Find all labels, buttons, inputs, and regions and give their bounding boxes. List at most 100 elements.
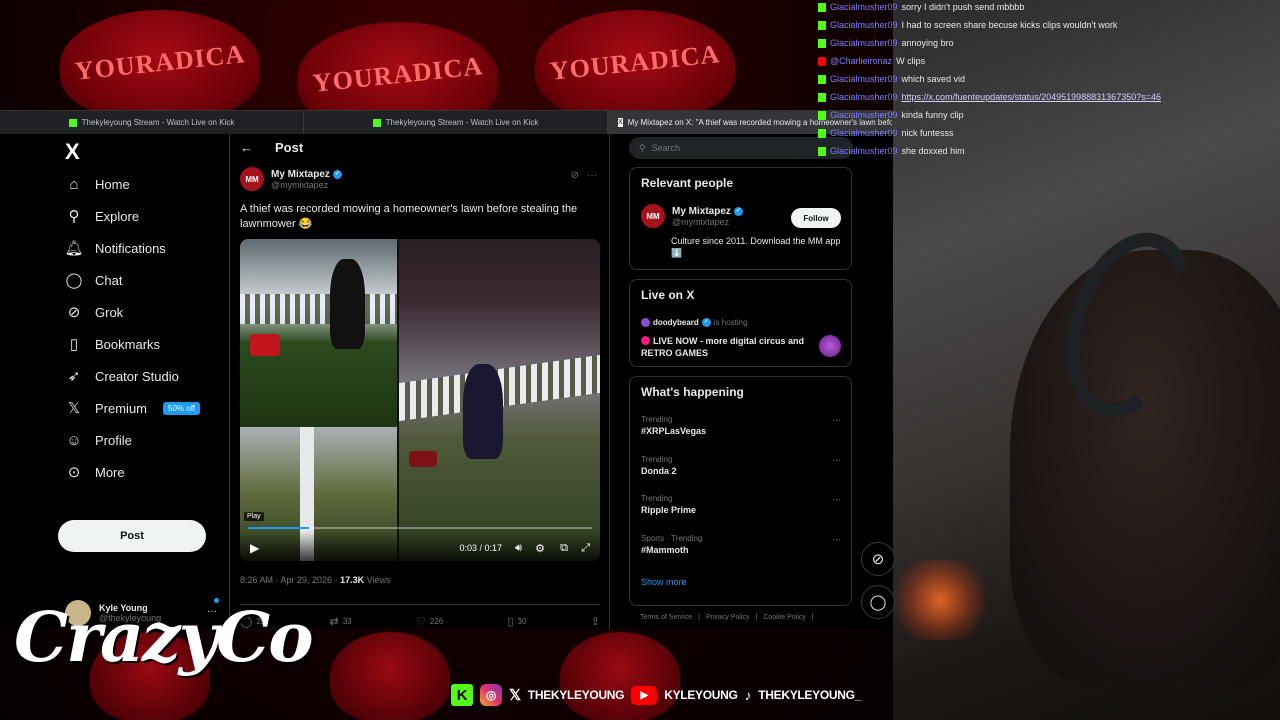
chat-message: Glacialmusher09 https://x.com/fuenteupdat… xyxy=(818,90,1161,104)
sidebar-item-grok[interactable]: ⊘ Grok xyxy=(65,299,123,325)
back-arrow-icon[interactable]: ← xyxy=(240,140,253,155)
sidebar-item-label: Creator Studio xyxy=(95,368,179,384)
grok-icon[interactable]: ⊘ xyxy=(571,170,579,181)
chat-username: Glacialmusher09 xyxy=(830,74,898,84)
share-icon: ⇪ xyxy=(590,616,600,628)
footer-separator: | xyxy=(811,614,814,621)
host-name: doodybeard xyxy=(653,318,699,327)
trend-context: Trending xyxy=(641,455,673,464)
sidebar-item-more[interactable]: ⊙ More xyxy=(65,459,125,485)
trend-item[interactable]: Trending #XRPLasVegas ··· xyxy=(641,415,841,436)
sidebar-item-home[interactable]: ⌂ Home xyxy=(65,171,129,197)
live-avatar[interactable] xyxy=(819,335,841,357)
like-count: 226 xyxy=(429,617,444,626)
search-placeholder: Search xyxy=(651,143,681,153)
chat-text: annoying bro xyxy=(901,38,954,48)
avatar[interactable]: MM xyxy=(240,167,264,191)
grok-floating-button[interactable]: ⊘ xyxy=(861,542,895,576)
repost-button[interactable]: ⇄ 33 xyxy=(330,615,352,628)
cap-text: YOURADICA xyxy=(73,39,247,86)
fullscreen-icon[interactable]: ⤢ xyxy=(581,542,590,555)
chat-text: which saved vid xyxy=(901,74,966,84)
browser-tab[interactable]: Thekyleyoung Stream - Watch Live on Kick xyxy=(304,111,608,134)
social-handles: K ◎ 𝕏 THEKYLEYOUNG ▶ KYLEYOUNG ♪ THEKYLE… xyxy=(451,682,861,708)
terms-link[interactable]: Terms of Service xyxy=(640,614,692,621)
cookie-link[interactable]: Cookie Policy xyxy=(763,614,805,621)
footer-links: Terms of Service | Privacy Policy | Cook… xyxy=(640,614,814,621)
sidebar-item-explore[interactable]: ⚲ Explore xyxy=(65,203,140,229)
live-on-x-card: Live on X doodybeard ✓ is hosting LIVE NOW… xyxy=(629,279,852,367)
card-title: Relevant people xyxy=(641,176,734,190)
bookmark-icon: ▯ xyxy=(69,336,79,353)
sidebar-nav: X ⌂ Home ⚲ Explore 🔔︎ Notifications ◯ Chat ⊘… xyxy=(55,136,225,626)
fence xyxy=(240,294,397,324)
sidebar-item-premium[interactable]: 𝕏 Premium 50% off xyxy=(65,395,200,421)
sidebar-item-profile[interactable]: ☺ Profile xyxy=(65,427,132,453)
post-button[interactable]: Post xyxy=(58,520,206,552)
chat-text: nick funtesss xyxy=(901,128,954,138)
live-title[interactable]: LIVE NOW - more digital circus and RETRO… xyxy=(641,335,811,359)
video-panel-1 xyxy=(240,239,397,427)
trend-item[interactable]: Trending Donda 2 ··· xyxy=(641,455,841,476)
chat-username: Glacialmusher09 xyxy=(830,20,898,30)
share-button[interactable]: ⇪ xyxy=(591,615,600,628)
more-icon[interactable]: ··· xyxy=(832,494,841,504)
post-meta: 8:26 AM · Apr 29, 2026 · 17.3K Views xyxy=(240,575,390,585)
chat-text: sorry I didn't push send mbbbb xyxy=(901,2,1025,12)
tab-bar: Thekyleyoung Stream - Watch Live on Kick… xyxy=(0,111,893,134)
play-icon[interactable]: ▶ xyxy=(250,541,259,555)
trend-name: Ripple Prime xyxy=(641,505,697,515)
privacy-link[interactable]: Privacy Policy xyxy=(706,614,750,621)
more-circle-icon: ⊙ xyxy=(67,464,81,481)
page-title: Post xyxy=(275,140,304,155)
relevant-person[interactable]: MM My Mixtapez ✓ @mymixtapez xyxy=(641,204,743,228)
like-button[interactable]: ♡ 226 xyxy=(416,615,443,628)
chat-username: Glacialmusher09 xyxy=(830,110,898,120)
sidebar-item-creator-studio[interactable]: ➶ Creator Studio xyxy=(65,363,179,389)
follow-button[interactable]: Follow xyxy=(791,208,841,228)
browser-tab[interactable]: Thekyleyoung Stream - Watch Live on Kick xyxy=(0,111,304,134)
trend-name: #Mammoth xyxy=(641,545,689,555)
cap-text: YOURADICA xyxy=(311,51,485,98)
avatar[interactable]: MM xyxy=(641,204,665,228)
sidebar-item-notifications[interactable]: 🔔︎ Notifications xyxy=(64,235,165,261)
trend-item[interactable]: Sports · Trending #Mammoth ··· xyxy=(641,534,841,555)
person-name-row: My Mixtapez ✓ xyxy=(672,206,743,217)
post-column: ← Post MM My Mixtapez ✓ @mymixtapez ⊘ ···… xyxy=(229,134,610,629)
sidebar-item-chat[interactable]: ◯ Chat xyxy=(65,267,123,293)
kick-badge-icon xyxy=(818,38,826,48)
more-icon[interactable]: ··· xyxy=(587,170,597,181)
person-name: My Mixtapez xyxy=(672,205,731,217)
post-author[interactable]: MM My Mixtapez ✓ @mymixtapez xyxy=(240,167,342,191)
live-host-row[interactable]: doodybeard ✓ is hosting xyxy=(641,318,748,327)
video-progress-bar[interactable] xyxy=(248,527,592,529)
kick-badge-icon xyxy=(818,128,826,138)
lamp-glow xyxy=(895,560,985,640)
verified-icon: ✓ xyxy=(332,169,342,179)
chat-username: Glacialmusher09 xyxy=(830,2,898,12)
video-player[interactable]: Play ▶ 0:03 / 0:17 🔊︎ ⚙ ⧉ ⤢ xyxy=(240,239,600,561)
kick-badge-icon xyxy=(818,74,826,84)
chat-floating-button[interactable]: ◯ xyxy=(861,585,895,619)
more-icon[interactable]: ··· xyxy=(832,415,841,425)
video-panel-3 xyxy=(399,239,600,561)
sidebar-item-bookmarks[interactable]: ▯ Bookmarks xyxy=(65,331,160,357)
x-logo-icon[interactable]: X xyxy=(65,139,80,165)
more-icon[interactable]: ··· xyxy=(832,455,841,465)
relevant-people-card: Relevant people MM My Mixtapez ✓ @mymixta… xyxy=(629,167,852,270)
kick-icon: K xyxy=(451,684,473,706)
pip-icon[interactable]: ⧉ xyxy=(560,542,568,555)
author-handle: @mymixtapez xyxy=(271,179,329,190)
kick-favicon-icon xyxy=(372,118,381,127)
bookmark-button[interactable]: ▯ 30 xyxy=(507,615,526,628)
chat-message: Glacialmusher09 kinda funny clip xyxy=(818,108,964,122)
show-more-link[interactable]: Show more xyxy=(641,577,687,587)
browser-window: Thekyleyoung Stream - Watch Live on Kick… xyxy=(0,110,895,629)
more-icon[interactable]: ··· xyxy=(832,534,841,544)
settings-icon[interactable]: ⚙ xyxy=(535,542,545,555)
footer-separator: | xyxy=(698,614,700,621)
views-label: Views xyxy=(364,575,391,585)
trend-item[interactable]: Trending Ripple Prime ··· xyxy=(641,494,841,515)
volume-icon[interactable]: 🔊︎ xyxy=(515,542,522,555)
chat-link[interactable]: https://x.com/fuenteupdates/status/20495… xyxy=(902,92,1161,102)
